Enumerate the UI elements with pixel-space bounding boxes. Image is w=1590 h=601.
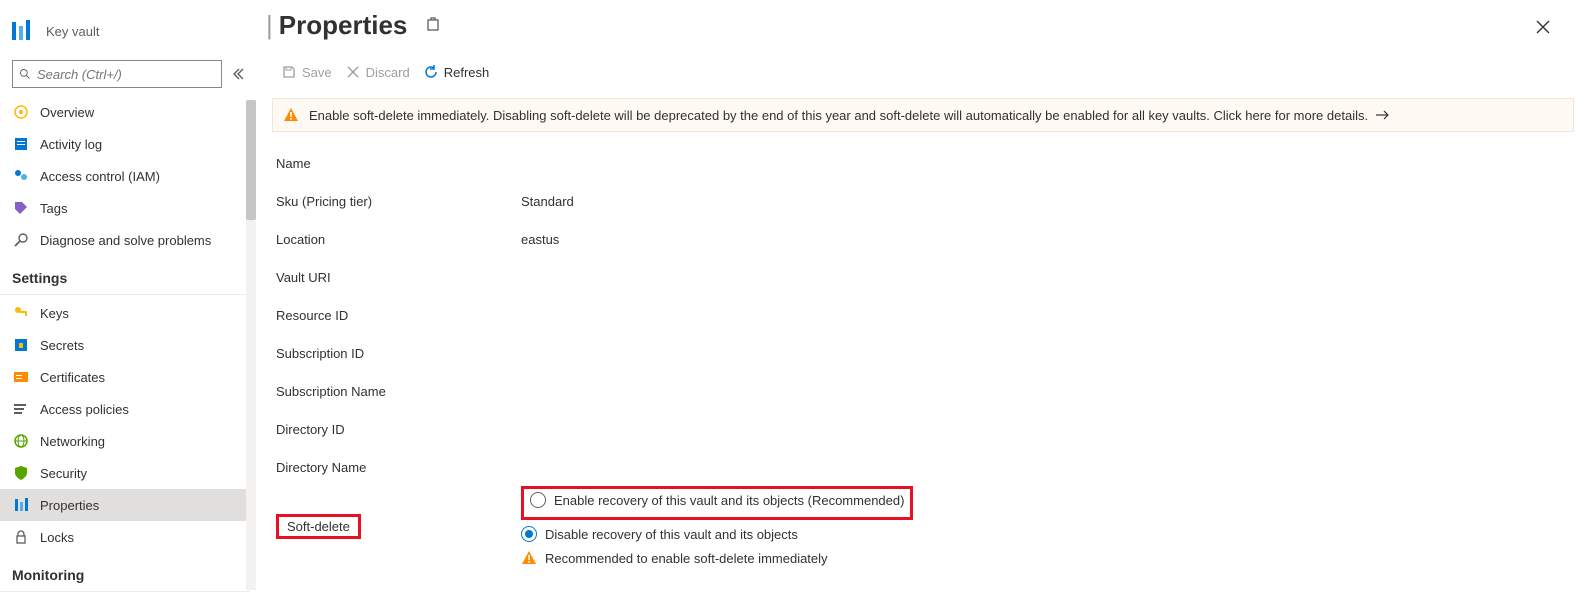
save-icon bbox=[282, 65, 296, 79]
sidebar-item-label: Secrets bbox=[40, 338, 84, 353]
directory-name-label: Directory Name bbox=[276, 460, 521, 475]
access-control-icon bbox=[12, 167, 30, 185]
tags-icon bbox=[12, 199, 30, 217]
warning-icon bbox=[521, 550, 537, 566]
sidebar-item-properties[interactable]: Properties bbox=[0, 489, 250, 521]
page-title: Properties bbox=[279, 10, 408, 41]
sidebar-item-overview[interactable]: Overview bbox=[0, 96, 250, 128]
title-separator: | bbox=[266, 10, 273, 41]
sidebar-item-label: Diagnose and solve problems bbox=[40, 233, 211, 248]
refresh-button[interactable]: Refresh bbox=[424, 65, 490, 80]
nav-section-settings: Settings bbox=[0, 256, 250, 292]
radio-disable-soft-delete[interactable] bbox=[521, 526, 537, 542]
sidebar-item-secrets[interactable]: Secrets bbox=[0, 329, 250, 361]
overview-icon bbox=[12, 103, 30, 121]
sidebar-item-keys[interactable]: Keys bbox=[0, 297, 250, 329]
toolbar: Save Discard Refresh bbox=[256, 50, 1590, 94]
nav-section-monitoring: Monitoring bbox=[0, 553, 250, 589]
soft-delete-recommendation: Recommended to enable soft-delete immedi… bbox=[545, 551, 828, 566]
diagnose-icon bbox=[12, 231, 30, 249]
activity-log-icon bbox=[12, 135, 30, 153]
sidebar-item-activity-log[interactable]: Activity log bbox=[0, 128, 250, 160]
resource-type: Key vault bbox=[46, 24, 99, 39]
sidebar-item-label: Properties bbox=[40, 498, 99, 513]
collapse-sidebar-button[interactable] bbox=[232, 68, 244, 80]
properties-icon bbox=[12, 496, 30, 514]
soft-delete-label: Soft-delete bbox=[287, 519, 350, 534]
security-icon bbox=[12, 464, 30, 482]
resource-header: Key vault bbox=[0, 2, 250, 60]
close-button[interactable] bbox=[1536, 20, 1550, 34]
name-label: Name bbox=[276, 156, 521, 171]
sidebar-item-label: Networking bbox=[40, 434, 105, 449]
search-icon bbox=[19, 68, 31, 80]
sidebar-item-label: Certificates bbox=[40, 370, 105, 385]
radio-enable-label: Enable recovery of this vault and its ob… bbox=[554, 493, 904, 508]
location-label: Location bbox=[276, 232, 521, 247]
discard-label: Discard bbox=[366, 65, 410, 80]
certificates-icon bbox=[12, 368, 30, 386]
location-value: eastus bbox=[521, 232, 559, 247]
resource-id-label: Resource ID bbox=[276, 308, 521, 323]
arrow-right-icon bbox=[1376, 110, 1390, 120]
sidebar-item-label: Security bbox=[40, 466, 87, 481]
sku-label: Sku (Pricing tier) bbox=[276, 194, 521, 209]
refresh-icon bbox=[424, 65, 438, 79]
sidebar-scrollbar[interactable] bbox=[246, 100, 256, 590]
soft-delete-label-highlight: Soft-delete bbox=[276, 514, 361, 539]
sidebar-item-access-control[interactable]: Access control (IAM) bbox=[0, 160, 250, 192]
secrets-icon bbox=[12, 336, 30, 354]
sidebar-item-label: Activity log bbox=[40, 137, 102, 152]
sidebar-item-label: Overview bbox=[40, 105, 94, 120]
radio-enable-soft-delete[interactable] bbox=[530, 492, 546, 508]
access-policies-icon bbox=[12, 400, 30, 418]
sidebar-item-networking[interactable]: Networking bbox=[0, 425, 250, 457]
sidebar-item-access-policies[interactable]: Access policies bbox=[0, 393, 250, 425]
sidebar-item-label: Keys bbox=[40, 306, 69, 321]
save-button[interactable]: Save bbox=[282, 65, 332, 80]
keys-icon bbox=[12, 304, 30, 322]
search-input[interactable] bbox=[37, 67, 215, 82]
warning-banner[interactable]: Enable soft-delete immediately. Disablin… bbox=[272, 98, 1574, 132]
soft-delete-enable-highlight: Enable recovery of this vault and its ob… bbox=[521, 486, 913, 520]
sidebar-item-label: Access control (IAM) bbox=[40, 169, 160, 184]
search-input-box[interactable] bbox=[12, 60, 222, 88]
refresh-label: Refresh bbox=[444, 65, 490, 80]
properties-form: Name Sku (Pricing tier)Standard Location… bbox=[256, 144, 1590, 566]
sidebar-item-label: Tags bbox=[40, 201, 67, 216]
banner-text: Enable soft-delete immediately. Disablin… bbox=[309, 108, 1368, 123]
sidebar-item-label: Locks bbox=[40, 530, 74, 545]
sidebar-item-tags[interactable]: Tags bbox=[0, 192, 250, 224]
sidebar-item-label: Access policies bbox=[40, 402, 129, 417]
subscription-id-label: Subscription ID bbox=[276, 346, 521, 361]
main-panel: | Properties Save Discard Refresh bbox=[256, 0, 1590, 601]
pin-icon[interactable] bbox=[425, 17, 441, 33]
vault-uri-label: Vault URI bbox=[276, 270, 521, 285]
discard-button[interactable]: Discard bbox=[346, 65, 410, 80]
radio-disable-label: Disable recovery of this vault and its o… bbox=[545, 527, 798, 542]
sidebar-item-security[interactable]: Security bbox=[0, 457, 250, 489]
discard-icon bbox=[346, 65, 360, 79]
networking-icon bbox=[12, 432, 30, 450]
directory-id-label: Directory ID bbox=[276, 422, 521, 437]
key-vault-icon bbox=[10, 19, 34, 43]
sidebar-scroll-thumb[interactable] bbox=[246, 100, 256, 220]
locks-icon bbox=[12, 528, 30, 546]
save-label: Save bbox=[302, 65, 332, 80]
warning-icon bbox=[283, 107, 299, 123]
sidebar-item-locks[interactable]: Locks bbox=[0, 521, 250, 553]
subscription-name-label: Subscription Name bbox=[276, 384, 521, 399]
sku-value: Standard bbox=[521, 194, 574, 209]
sidebar: Key vault Overview Activity log Access c… bbox=[0, 0, 250, 601]
sidebar-item-diagnose[interactable]: Diagnose and solve problems bbox=[0, 224, 250, 256]
sidebar-item-certificates[interactable]: Certificates bbox=[0, 361, 250, 393]
